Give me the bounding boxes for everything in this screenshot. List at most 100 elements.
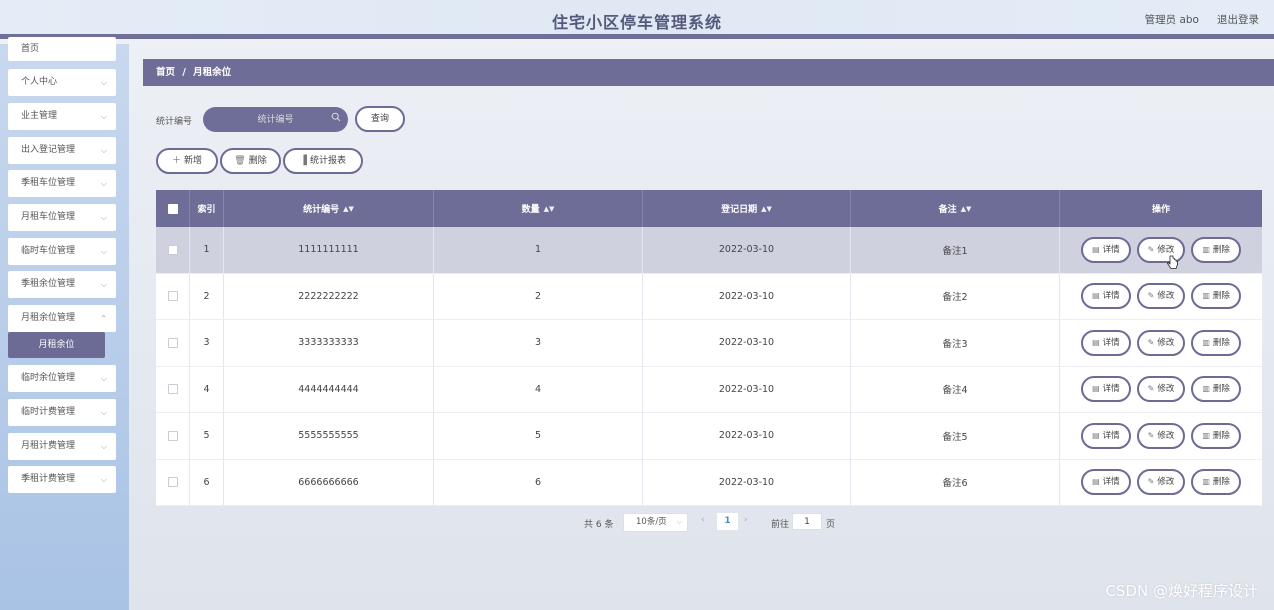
sidebar-item-monthly-remaining[interactable]: 月租余位管理 ⌃	[8, 305, 116, 332]
row-checkbox[interactable]	[167, 384, 178, 395]
table-row[interactable]: 4 4444444444 4 2022-03-10 备注4 ▤ 详情 ✎ 修改 ▥ 删除	[156, 366, 1262, 413]
next-page-button[interactable]: ›	[744, 515, 748, 525]
cell-actions: ▤ 详情 ✎ 修改 ▥ 删除	[1060, 367, 1262, 413]
row-checkbox[interactable]	[167, 477, 178, 488]
report-button[interactable]: ▐ 统计报表	[283, 148, 363, 174]
row-select-cell	[156, 413, 190, 459]
column-header-date[interactable]: 登记日期 ▲▼	[643, 190, 851, 227]
cell-text: 1	[203, 244, 210, 256]
sidebar-item-monthly-space[interactable]: 月租车位管理 ⌵	[8, 204, 116, 231]
sidebar-item-label: 月租计费管理	[21, 441, 76, 451]
sidebar-item-owner-management[interactable]: 业主管理 ⌵	[8, 103, 116, 130]
sidebar-item-personal-center[interactable]: 个人中心 ⌵	[8, 69, 116, 96]
table-row[interactable]: 3 3333333333 3 2022-03-10 备注3 ▤ 详情 ✎ 修改 ▥ 删除	[156, 320, 1262, 367]
row-select-cell	[156, 227, 190, 273]
edit-button[interactable]: ✎ 修改	[1136, 283, 1186, 310]
edit-button[interactable]: ✎ 修改	[1136, 376, 1186, 403]
sort-icon[interactable]: ▲▼	[961, 205, 972, 213]
cell-text: 5	[534, 430, 542, 442]
document-icon: ▤	[1092, 430, 1100, 440]
cell-text: 3	[203, 337, 210, 349]
sidebar-subitem-monthly-remaining[interactable]: 月租余位	[8, 332, 105, 358]
query-button[interactable]: 查询	[355, 106, 405, 132]
table-row[interactable]: 1 1111111111 1 2022-03-10 备注1 ▤ 详情 ✎ 修改 ▥ 删除	[156, 227, 1262, 274]
detail-label: 详情	[1102, 244, 1120, 255]
detail-button[interactable]: ▤ 详情	[1081, 283, 1131, 310]
sort-icon[interactable]: ▲▼	[343, 205, 354, 213]
page-size-value: 10条/页	[636, 517, 667, 527]
cell-text: 2022-03-10	[718, 430, 775, 442]
breadcrumb-home[interactable]: 首页	[156, 67, 175, 78]
row-checkbox[interactable]	[167, 291, 178, 302]
pencil-icon: ✎	[1147, 477, 1155, 487]
sidebar-item-label: 临时余位管理	[21, 373, 76, 383]
delete-button[interactable]: ▥ 删除	[1191, 283, 1241, 310]
row-checkbox[interactable]	[167, 337, 178, 348]
detail-button[interactable]: ▤ 详情	[1081, 422, 1131, 449]
sidebar-item-quarterly-remaining[interactable]: 季租余位管理 ⌵	[8, 271, 116, 298]
detail-button[interactable]: ▤ 详情	[1081, 329, 1131, 356]
cell-text: 4	[203, 383, 210, 395]
sidebar-item-home[interactable]: 首页	[8, 37, 116, 61]
cell-quantity: 3	[434, 320, 643, 366]
detail-button[interactable]: ▤ 详情	[1081, 236, 1131, 263]
sort-icon[interactable]: ▲▼	[544, 205, 555, 213]
detail-button[interactable]: ▤ 详情	[1081, 469, 1131, 496]
document-icon: ▤	[1092, 244, 1100, 254]
sort-icon[interactable]: ▲▼	[761, 205, 772, 213]
delete-button[interactable]: ▥ 删除	[1191, 422, 1241, 449]
sidebar-item-temporary-remaining[interactable]: 临时余位管理 ⌵	[8, 365, 116, 392]
pencil-icon: ✎	[1147, 430, 1155, 440]
search-input[interactable]	[203, 107, 348, 132]
goto-page-input[interactable]	[792, 513, 822, 530]
cell-text: 6	[203, 476, 210, 488]
cell-quantity: 4	[434, 366, 643, 412]
select-all-checkbox[interactable]	[167, 203, 178, 214]
cell-text: 4	[534, 383, 542, 395]
sidebar-item-temporary-space[interactable]: 临时车位管理 ⌵	[8, 238, 116, 265]
page-size-select[interactable]: 10条/页 ⌵	[623, 513, 688, 532]
detail-label: 详情	[1102, 337, 1120, 348]
edit-button[interactable]: ✎ 修改	[1136, 329, 1186, 356]
sidebar-item-quarterly-billing[interactable]: 季租计费管理 ⌵	[8, 466, 116, 493]
document-icon: ▤	[1092, 477, 1100, 487]
detail-label: 详情	[1102, 291, 1120, 302]
sidebar-item-temporary-billing[interactable]: 临时计费管理 ⌵	[8, 399, 116, 426]
column-label: 数量	[521, 205, 540, 215]
cell-text: 2022-03-10	[718, 244, 775, 256]
edit-button[interactable]: ✎ 修改	[1136, 422, 1186, 449]
prev-page-button[interactable]: ‹	[701, 515, 705, 525]
plus-icon: ＋	[171, 156, 181, 166]
table-row[interactable]: 6 6666666666 6 2022-03-10 备注6 ▤ 详情 ✎ 修改 ▥ 删除	[156, 459, 1262, 506]
sidebar-item-entry-registration[interactable]: 出入登记管理 ⌵	[8, 137, 116, 164]
table-row[interactable]: 5 5555555555 5 2022-03-10 备注5 ▤ 详情 ✎ 修改 ▥ 删除	[156, 413, 1262, 460]
edit-button[interactable]: ✎ 修改	[1136, 469, 1186, 496]
delete-button[interactable]: ▥ 删除	[1191, 236, 1241, 263]
sidebar-item-monthly-billing[interactable]: 月租计费管理 ⌵	[8, 433, 116, 460]
delete-button[interactable]: ▥ 删除	[1191, 376, 1241, 403]
add-label: 新增	[184, 156, 203, 166]
cell-quantity: 1	[434, 227, 643, 273]
cell-actions: ▤ 详情 ✎ 修改 ▥ 删除	[1060, 227, 1262, 273]
edit-label: 修改	[1157, 291, 1175, 302]
sidebar-item-quarterly-space[interactable]: 季租车位管理 ⌵	[8, 170, 116, 197]
row-checkbox[interactable]	[167, 244, 178, 255]
document-icon: ▤	[1092, 384, 1100, 394]
delete-button[interactable]: ▥ 删除	[1191, 469, 1241, 496]
trash-icon: ▥	[1202, 244, 1210, 254]
pagination-total: 共 6 条	[584, 520, 614, 530]
table-row[interactable]: 2 2222222222 2 2022-03-10 备注2 ▤ 详情 ✎ 修改 ▥ 删除	[156, 273, 1262, 320]
logout-link[interactable]: 退出登录	[1217, 12, 1259, 27]
batch-delete-button[interactable]: 🗑 删除	[220, 148, 281, 174]
column-header-quantity[interactable]: 数量 ▲▼	[434, 190, 643, 227]
pencil-icon: ✎	[1147, 244, 1155, 254]
column-header-note[interactable]: 备注 ▲▼	[851, 190, 1060, 227]
cell-text: 备注3	[942, 338, 968, 350]
detail-button[interactable]: ▤ 详情	[1081, 376, 1131, 403]
column-label: 索引	[197, 205, 216, 215]
add-button[interactable]: ＋新增	[156, 148, 218, 174]
delete-button[interactable]: ▥ 删除	[1191, 329, 1241, 356]
column-header-code[interactable]: 统计编号 ▲▼	[224, 190, 434, 227]
row-checkbox[interactable]	[167, 430, 178, 441]
page-number-current[interactable]: 1	[717, 513, 738, 530]
